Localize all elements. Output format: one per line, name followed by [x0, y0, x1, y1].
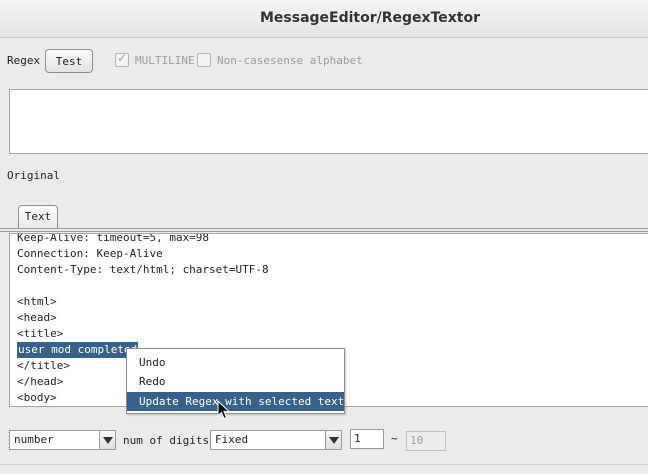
text-line: </title>	[17, 359, 70, 372]
menu-item-undo[interactable]: Undo	[127, 353, 344, 372]
bottom-divider	[0, 464, 648, 465]
type-select[interactable]: number	[9, 430, 116, 450]
text-line: <html>	[17, 295, 57, 308]
window-title: MessageEditor/RegexTextor	[259, 10, 481, 26]
selected-text: user mod completed	[17, 342, 139, 358]
chevron-down-icon	[325, 431, 341, 449]
min-digits-input[interactable]: 1	[350, 429, 384, 449]
text-line: </head>	[17, 375, 64, 388]
range-separator: ~	[391, 432, 398, 445]
title-bar: MessageEditor/RegexTextor	[0, 0, 648, 38]
text-line: Keep-Alive: timeout=5, max=98	[17, 233, 210, 244]
multiline-label: MULTILINE	[135, 54, 195, 67]
tab-divider	[0, 231, 648, 232]
num-of-digits-label: num of digits	[123, 434, 210, 447]
test-button[interactable]: Test	[45, 49, 93, 73]
text-line: <head>	[17, 311, 57, 324]
type-select-value: number	[14, 433, 54, 446]
chevron-down-icon	[99, 431, 115, 449]
regex-input[interactable]	[9, 89, 648, 154]
original-label: Original	[7, 169, 60, 182]
text-line: <body>	[17, 391, 57, 404]
noncase-label: Non-casesense alphabet	[217, 54, 363, 67]
tab-text[interactable]: Text	[18, 205, 58, 229]
noncase-checkbox[interactable]	[197, 53, 211, 67]
text-line: Content-Type: text/html; charset=UTF-8	[17, 263, 269, 276]
max-digits-input[interactable]: 10	[406, 431, 446, 451]
context-menu: Undo Redo Update Regex with selected tex…	[126, 348, 351, 414]
text-line: <title>	[17, 327, 64, 340]
multiline-checkbox[interactable]: ✓	[115, 51, 129, 67]
digits-select-value: Fixed	[215, 433, 249, 446]
mouse-pointer-icon	[217, 400, 231, 420]
check-icon: ✓	[117, 51, 128, 65]
menu-item-redo[interactable]: Redo	[127, 372, 344, 391]
digits-select[interactable]: Fixed	[210, 430, 342, 450]
text-line: Connection: Keep-Alive	[17, 247, 163, 260]
menu-item-update-regex[interactable]: Update Regex with selected text.	[127, 392, 351, 411]
tab-divider	[0, 228, 648, 229]
regex-label: Regex	[7, 54, 41, 67]
